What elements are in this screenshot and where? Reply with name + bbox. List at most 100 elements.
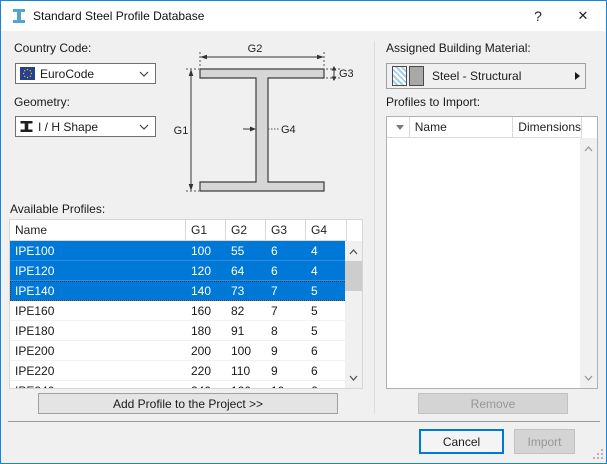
cell-name: IPE120 <box>10 261 186 280</box>
geometry-value: I / H Shape <box>38 120 98 134</box>
table-row[interactable]: IPE140 140 73 7 5 <box>10 281 347 301</box>
ibeam-shape-icon <box>20 120 33 133</box>
cell-name: IPE180 <box>10 321 186 340</box>
cell-g3: 9 <box>266 341 306 360</box>
window-title: Standard Steel Profile Database <box>33 1 204 31</box>
cell-g3: 8 <box>266 321 306 340</box>
cell-g4: 6 <box>306 361 347 380</box>
eu-flag-icon <box>20 67 35 80</box>
title-bar: Standard Steel Profile Database ? ✕ <box>1 1 606 31</box>
cell-g4: 6 <box>306 341 347 360</box>
import-column-name[interactable]: Name <box>410 117 514 137</box>
table-row[interactable]: IPE120 120 64 6 4 <box>10 261 347 281</box>
building-material-label: Assigned Building Material: <box>386 41 531 55</box>
country-code-select[interactable]: EuroCode <box>15 63 156 84</box>
country-code-value: EuroCode <box>40 67 94 81</box>
available-profiles-table: Name G1 G2 G3 G4 IPE100 100 55 6 4 IPE12… <box>9 219 363 389</box>
import-column-dimensions[interactable]: Dimensions <box>513 117 582 137</box>
column-header-g1[interactable]: G1 <box>186 220 226 240</box>
cell-g3: 6 <box>266 241 306 260</box>
column-header-g3[interactable]: G3 <box>266 220 306 240</box>
scroll-down-icon[interactable] <box>580 369 597 386</box>
table-row[interactable]: IPE180 180 91 8 5 <box>10 321 347 341</box>
flyout-arrow-icon <box>575 72 580 80</box>
profiles-scrollbar[interactable] <box>345 241 362 388</box>
profiles-table-header: Name G1 G2 G3 G4 <box>10 220 347 241</box>
cell-g1: 220 <box>186 361 226 380</box>
cell-g1: 200 <box>186 341 226 360</box>
cell-name: IPE200 <box>10 341 186 360</box>
cell-g4: 5 <box>306 321 347 340</box>
cell-g1: 160 <box>186 301 226 320</box>
cell-name: IPE220 <box>10 361 186 380</box>
geometry-select[interactable]: I / H Shape <box>15 116 156 137</box>
cell-name: IPE240 <box>10 381 186 389</box>
cell-g2: 120 <box>226 381 266 389</box>
cell-g2: 55 <box>226 241 266 260</box>
country-code-label: Country Code: <box>14 41 91 55</box>
cell-g3: 9 <box>266 361 306 380</box>
dialog-standard-steel-profile-database: Standard Steel Profile Database ? ✕ Coun… <box>0 0 607 464</box>
profiles-to-import-list: Name Dimensions <box>386 116 598 389</box>
building-material-value: Steel - Structural <box>432 69 521 83</box>
profiles-scrollbar-thumb[interactable] <box>345 261 362 291</box>
cell-g2: 100 <box>226 341 266 360</box>
column-header-g2[interactable]: G2 <box>226 220 266 240</box>
table-row[interactable]: IPE200 200 100 9 6 <box>10 341 347 361</box>
cell-g4: 4 <box>306 241 347 260</box>
cell-g4: 5 <box>306 301 347 320</box>
column-header-name[interactable]: Name <box>10 220 186 240</box>
material-fill-swatch-icon <box>409 66 424 86</box>
cell-name: IPE100 <box>10 241 186 260</box>
chevron-down-icon <box>139 124 149 130</box>
dim-label-g2: G2 <box>248 43 263 55</box>
footer-separator <box>8 421 600 422</box>
triangle-down-icon <box>396 125 404 130</box>
cell-g2: 64 <box>226 261 266 280</box>
remove-button[interactable]: Remove <box>418 393 568 414</box>
cell-name: IPE140 <box>10 281 186 300</box>
cell-g2: 82 <box>226 301 266 320</box>
scroll-up-icon[interactable] <box>580 140 597 157</box>
scroll-down-icon[interactable] <box>345 369 362 386</box>
help-button[interactable]: ? <box>524 1 552 31</box>
table-row[interactable]: IPE220 220 110 9 6 <box>10 361 347 381</box>
cell-g4: 6 <box>306 381 347 389</box>
material-hatch-swatch-icon <box>392 66 407 86</box>
table-row[interactable]: IPE100 100 55 6 4 <box>10 241 347 261</box>
profiles-to-import-label: Profiles to Import: <box>386 95 480 109</box>
cancel-button[interactable]: Cancel <box>419 429 504 454</box>
cell-g3: 7 <box>266 301 306 320</box>
dim-label-g1: G1 <box>174 125 189 137</box>
cell-g3: 6 <box>266 261 306 280</box>
cell-g1: 180 <box>186 321 226 340</box>
import-button[interactable]: Import <box>514 429 575 454</box>
cell-g3: 7 <box>266 281 306 300</box>
cell-g4: 4 <box>306 261 347 280</box>
dim-label-g3: G3 <box>339 68 353 80</box>
import-scrollbar[interactable] <box>580 138 597 388</box>
cell-g2: 73 <box>226 281 266 300</box>
resize-grip[interactable] <box>593 449 603 459</box>
profiles-table-body: IPE100 100 55 6 4 IPE120 120 64 6 4 IPE1… <box>10 241 347 389</box>
add-profile-button[interactable]: Add Profile to the Project >> <box>38 393 338 414</box>
table-row[interactable]: IPE160 160 82 7 5 <box>10 301 347 321</box>
cell-g1: 240 <box>186 381 226 389</box>
table-row[interactable]: IPE240 240 120 10 6 <box>10 381 347 389</box>
import-list-header: Name Dimensions <box>387 117 582 138</box>
import-sort-icon[interactable] <box>387 117 410 137</box>
available-profiles-label: Available Profiles: <box>10 202 105 216</box>
cell-g1: 140 <box>186 281 226 300</box>
building-material-button[interactable]: Steel - Structural <box>386 63 586 89</box>
panel-separator <box>374 41 375 414</box>
chevron-down-icon <box>139 71 149 77</box>
column-header-g4[interactable]: G4 <box>306 220 347 240</box>
cell-g2: 91 <box>226 321 266 340</box>
cell-g2: 110 <box>226 361 266 380</box>
dim-label-g4: G4 <box>281 124 296 136</box>
profile-diagram: G2 G1 G3 G4 <box>173 39 353 199</box>
scroll-up-icon[interactable] <box>345 243 362 260</box>
app-ibeam-icon <box>11 8 27 24</box>
cell-g1: 100 <box>186 241 226 260</box>
close-button[interactable]: ✕ <box>566 1 600 31</box>
